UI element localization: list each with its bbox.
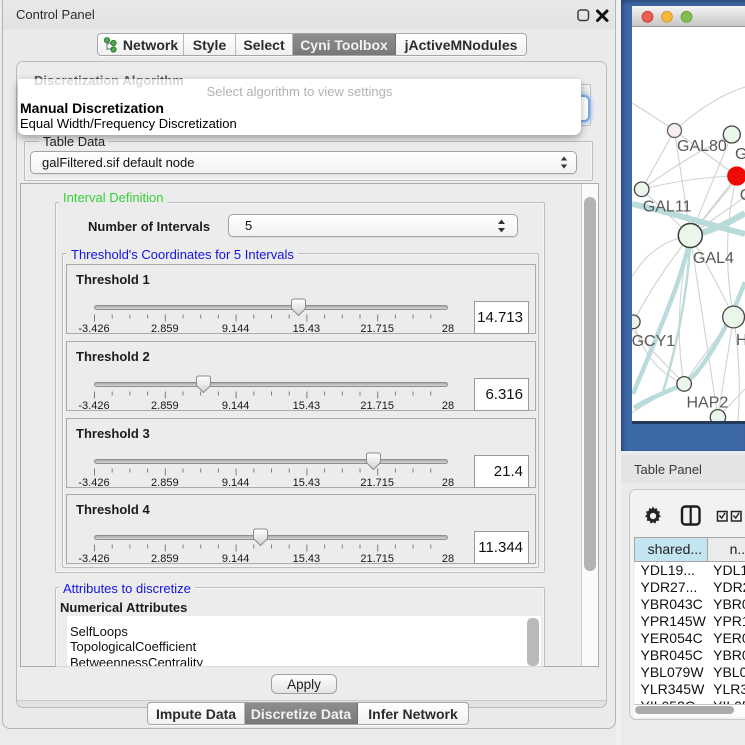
svg-text:CY: CY: [740, 187, 745, 204]
svg-text:GAL11: GAL11: [643, 199, 692, 216]
svg-text:GAL4: GAL4: [693, 250, 734, 267]
svg-text:HAP2: HAP2: [687, 395, 729, 412]
svg-text:GA: GA: [735, 146, 745, 163]
svg-text:GCY1: GCY1: [632, 333, 675, 350]
svg-text:GAL80: GAL80: [677, 138, 727, 155]
svg-text:H: H: [736, 332, 745, 349]
